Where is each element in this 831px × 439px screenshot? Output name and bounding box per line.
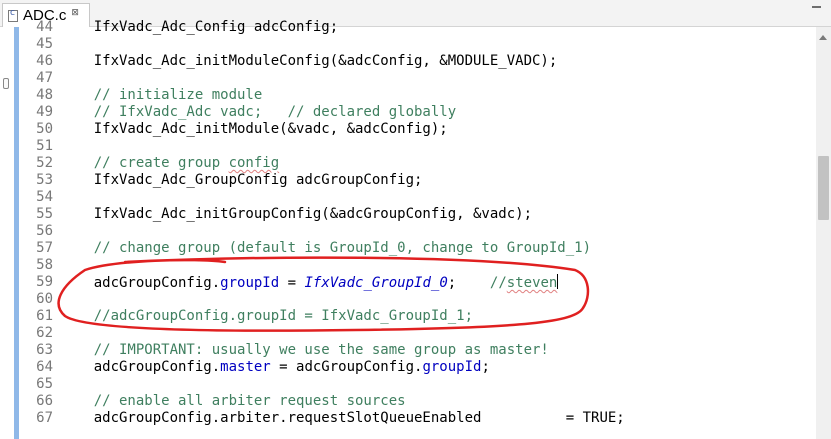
code-line[interactable]: adcGroupConfig.master = adcGroupConfig.g… <box>60 359 490 376</box>
line-number: 55 <box>36 206 53 222</box>
code-line[interactable]: IfxVadc_Adc_Config adcConfig; <box>60 19 338 36</box>
line-number: 60 <box>36 291 53 307</box>
code-token: // initialize module <box>60 87 263 103</box>
code-line[interactable]: // create group config <box>60 155 279 172</box>
line-number: 50 <box>36 121 53 137</box>
vertical-scrollbar[interactable] <box>816 27 831 439</box>
line-number: 64 <box>36 359 53 375</box>
code-line[interactable]: // initialize module <box>60 87 263 104</box>
code-token: config <box>228 155 280 171</box>
text-caret <box>557 274 559 289</box>
line-number: 54 <box>36 189 53 205</box>
line-number: 52 <box>36 155 53 171</box>
line-number: 63 <box>36 342 53 358</box>
code-token: // IfxVadc_Adc vadc; // declared globall… <box>60 104 457 120</box>
code-token: // enable all arbiter request sources <box>60 393 406 409</box>
line-number: 47 <box>36 70 53 86</box>
scroll-up-arrow-icon[interactable] <box>819 35 827 40</box>
line-number: 53 <box>36 172 53 188</box>
code-token: adcGroupConfig. <box>60 359 221 375</box>
code-line[interactable]: IfxVadc_Adc_initGroupConfig(&adcGroupCon… <box>60 206 532 223</box>
code-token: = adcGroupConfig. <box>270 359 423 375</box>
code-line[interactable]: // IfxVadc_Adc vadc; // declared globall… <box>60 104 456 121</box>
c-file-icon <box>8 8 18 22</box>
code-token: // <box>489 275 507 291</box>
code-token: // create group <box>60 155 229 171</box>
code-line[interactable]: //adcGroupConfig.groupId = IfxVadc_Group… <box>60 308 473 325</box>
line-number: 61 <box>36 308 53 324</box>
line-number: 49 <box>36 104 53 120</box>
code-token: adcGroupConfig. <box>60 275 221 291</box>
code-editor[interactable]: IfxVadc_Adc_Config adcConfig; IfxVadc_Ad… <box>60 19 816 439</box>
code-token: = <box>279 275 305 291</box>
line-number: 62 <box>36 325 53 341</box>
line-number: 59 <box>36 274 53 290</box>
code-token: master <box>220 359 271 375</box>
code-token: ; <box>481 359 490 375</box>
code-token: // change group (default is GroupId_0, c… <box>60 240 592 256</box>
line-number: 56 <box>36 223 53 239</box>
code-token: IfxVadc_Adc_initModuleConfig(&adcConfig,… <box>60 53 558 69</box>
scrollbar-thumb[interactable] <box>818 156 829 220</box>
close-icon[interactable]: ⊠ <box>71 8 79 18</box>
line-number: 46 <box>36 53 53 69</box>
line-number: 44 <box>36 19 53 35</box>
line-number: 57 <box>36 240 53 256</box>
minimize-icon <box>812 6 821 8</box>
code-line[interactable]: adcGroupConfig.groupId = IfxVadc_GroupId… <box>60 274 559 291</box>
minimize-button[interactable] <box>809 3 825 15</box>
code-token: groupId <box>220 275 280 291</box>
code-token: steven <box>506 275 558 291</box>
code-token: IfxVadc_Adc_Config adcConfig; <box>60 19 339 35</box>
code-token: IfxVadc_Adc_initModule(&vadc, &adcConfig… <box>60 121 448 137</box>
code-token: ; <box>447 275 490 291</box>
code-token: IfxVadc_Adc_GroupConfig adcGroupConfig; <box>60 172 423 188</box>
overview-ruler-left <box>0 27 13 439</box>
code-line[interactable]: // enable all arbiter request sources <box>60 393 406 410</box>
code-line[interactable]: IfxVadc_Adc_GroupConfig adcGroupConfig; <box>60 172 423 189</box>
code-token: IfxVadc_GroupId_0 <box>304 275 448 291</box>
code-token: // IMPORTANT: usually we use the same gr… <box>60 342 549 358</box>
code-token: adcGroupConfig.arbiter.requestSlotQueueE… <box>60 410 625 426</box>
marker-icon[interactable] <box>3 78 9 89</box>
line-number: 51 <box>36 138 53 154</box>
line-number: 65 <box>36 376 53 392</box>
code-token: groupId <box>422 359 482 375</box>
line-number-gutter: 44 45 46 47 48 49 50 51 52 53 54 55 56 57 58 59 60 61 62 63… <box>19 19 60 439</box>
line-number: 45 <box>36 36 53 52</box>
code-token: //adcGroupConfig.groupId = IfxVadc_Group… <box>60 308 474 324</box>
code-line[interactable]: // IMPORTANT: usually we use the same gr… <box>60 342 549 359</box>
line-number: 48 <box>36 87 53 103</box>
code-line[interactable]: // change group (default is GroupId_0, c… <box>60 240 591 257</box>
code-token: IfxVadc_Adc_initGroupConfig(&adcGroupCon… <box>60 206 533 222</box>
code-line[interactable]: adcGroupConfig.arbiter.requestSlotQueueE… <box>60 410 625 427</box>
line-number: 67 <box>36 410 53 426</box>
code-line[interactable]: IfxVadc_Adc_initModuleConfig(&adcConfig,… <box>60 53 558 70</box>
line-number: 66 <box>36 393 53 409</box>
line-number: 58 <box>36 257 53 273</box>
code-line[interactable]: IfxVadc_Adc_initModule(&vadc, &adcConfig… <box>60 121 448 138</box>
